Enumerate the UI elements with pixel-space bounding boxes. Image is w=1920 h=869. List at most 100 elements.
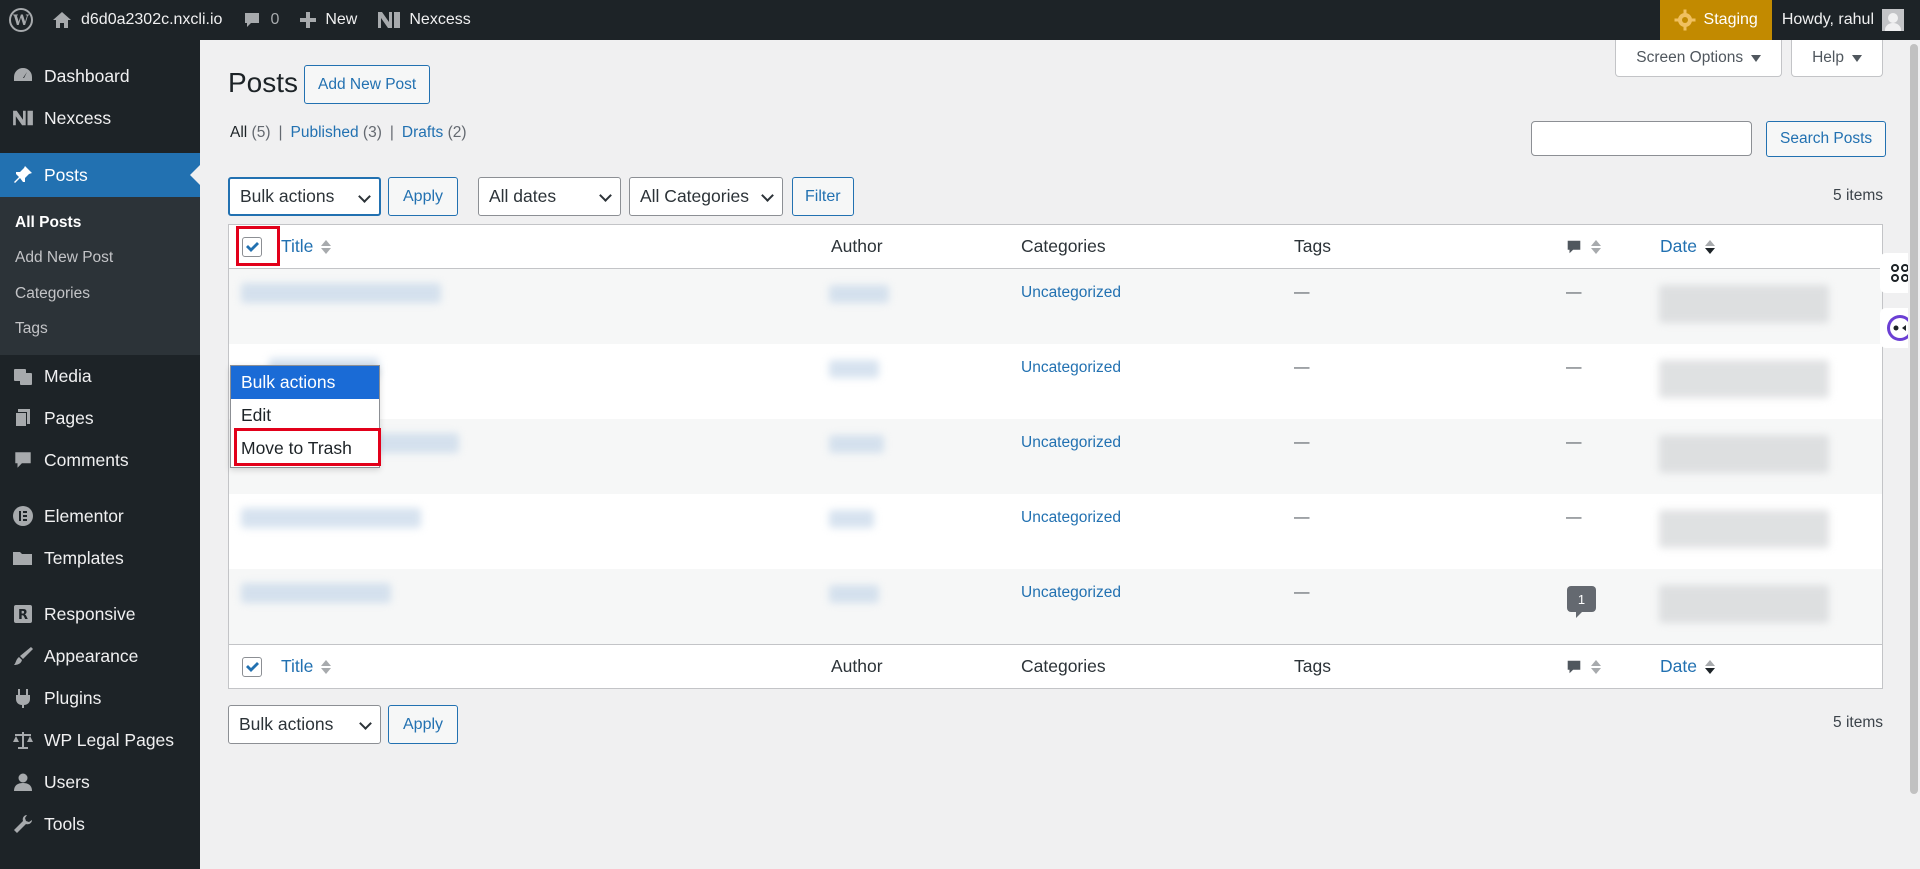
view-published[interactable]: Published <box>291 124 359 141</box>
column-author: Author <box>831 236 883 256</box>
submenu-add-new-post[interactable]: Add New Post <box>0 241 200 277</box>
column-date[interactable]: Date <box>1660 236 1715 257</box>
menu-item-nexcess[interactable]: Nexcess <box>0 97 200 139</box>
column-tags-footer: Tags <box>1294 656 1331 676</box>
tags-value: — <box>1294 584 1310 601</box>
category-link[interactable]: Uncategorized <box>1021 284 1121 302</box>
category-link[interactable]: Uncategorized <box>1021 359 1121 377</box>
redacted-author <box>829 360 879 378</box>
select-all-checkbox-footer[interactable] <box>242 657 262 677</box>
menu-item-users[interactable]: Users <box>0 761 200 803</box>
menu-item-plugins[interactable]: Plugins <box>0 677 200 719</box>
menu-item-tools[interactable]: Tools <box>0 803 200 845</box>
checkmark-icon <box>246 662 259 672</box>
bulk-actions-value: Bulk actions <box>239 714 334 734</box>
menu-label: Posts <box>44 164 88 185</box>
menu-label: Dashboard <box>44 65 130 86</box>
new-content-link[interactable]: New <box>289 0 367 40</box>
comments-value: — <box>1566 434 1582 451</box>
svg-text:R: R <box>18 608 28 623</box>
comments-link[interactable]: 0 <box>232 0 289 40</box>
admin-bar: W d6d0a2302c.nxcli.io 0 New Nexcess Stag… <box>0 0 1920 40</box>
category-link[interactable]: Uncategorized <box>1021 509 1121 527</box>
help-button[interactable]: Help <box>1791 40 1883 77</box>
table-row[interactable]: Uncategorized — — <box>229 269 1882 344</box>
table-row[interactable]: Uncategorized — — <box>229 494 1882 569</box>
submenu-categories[interactable]: Categories <box>0 276 200 312</box>
table-row[interactable]: Uncategorized — — <box>229 419 1882 494</box>
responsive-icon: R <box>12 603 34 625</box>
menu-label: Users <box>44 771 90 792</box>
menu-item-media[interactable]: Media <box>0 355 200 397</box>
category-link[interactable]: Uncategorized <box>1021 584 1121 602</box>
redacted-author <box>829 285 889 303</box>
menu-item-elementor[interactable]: Elementor <box>0 495 200 537</box>
redacted-title <box>241 508 421 528</box>
menu-item-comments[interactable]: Comments <box>0 439 200 481</box>
submenu-all-posts[interactable]: All Posts <box>0 205 200 241</box>
site-name-link[interactable]: d6d0a2302c.nxcli.io <box>42 0 232 40</box>
folder-icon <box>12 547 34 569</box>
menu-label: Responsive <box>44 603 136 624</box>
column-title[interactable]: Title <box>281 236 332 257</box>
menu-item-responsive[interactable]: R Responsive <box>0 593 200 635</box>
column-date-footer[interactable]: Date <box>1660 656 1715 677</box>
posts-submenu: All Posts Add New Post Categories Tags <box>0 197 200 355</box>
table-header: Title Author Categories Tags Date <box>229 225 1882 269</box>
screen-options-button[interactable]: Screen Options <box>1615 40 1783 77</box>
wrench-icon <box>12 813 34 835</box>
menu-item-appearance[interactable]: Appearance <box>0 635 200 677</box>
filter-button[interactable]: Filter <box>792 177 854 216</box>
menu-item-pages[interactable]: Pages <box>0 397 200 439</box>
categories-filter-select[interactable]: All Categories <box>629 177 783 216</box>
scrollbar-thumb[interactable] <box>1910 44 1918 794</box>
page-scrollbar[interactable] <box>1908 40 1920 869</box>
redacted-author <box>829 435 884 453</box>
main-content: Screen Options Help Posts Add New Post A… <box>200 40 1920 869</box>
nexcess-icon <box>378 12 401 28</box>
menu-label: Pages <box>44 407 94 428</box>
category-link[interactable]: Uncategorized <box>1021 434 1121 452</box>
view-drafts[interactable]: Drafts <box>402 124 443 141</box>
pin-icon <box>12 164 34 186</box>
table-row[interactable]: Uncategorized — 1 <box>229 569 1882 644</box>
sort-icon <box>1704 659 1715 674</box>
column-comments[interactable] <box>1565 238 1601 256</box>
chevron-down-icon <box>599 189 612 202</box>
menu-label: WP Legal Pages <box>44 729 175 750</box>
view-published-count: (3) <box>362 124 382 141</box>
apply-button-bottom[interactable]: Apply <box>388 705 459 744</box>
bulk-actions-value: Bulk actions <box>240 186 335 206</box>
dates-filter-select[interactable]: All dates <box>478 177 621 216</box>
search-posts-button[interactable]: Search Posts <box>1766 121 1887 157</box>
comment-count-badge[interactable]: 1 <box>1567 586 1596 618</box>
table-row[interactable]: Uncategorized — — <box>229 344 1882 419</box>
menu-item-dashboard[interactable]: Dashboard <box>0 55 200 97</box>
bulk-actions-select[interactable]: Bulk actions <box>228 177 381 216</box>
menu-item-wp-legal-pages[interactable]: WP Legal Pages <box>0 719 200 761</box>
menu-label: Elementor <box>44 505 124 526</box>
apply-button[interactable]: Apply <box>388 177 459 216</box>
my-account[interactable]: Howdy, rahul <box>1772 0 1920 40</box>
menu-item-posts[interactable]: Posts <box>0 153 200 197</box>
submenu-tags[interactable]: Tags <box>0 312 200 348</box>
add-new-post-button[interactable]: Add New Post <box>304 65 431 104</box>
sort-icon <box>321 659 332 674</box>
avatar <box>1882 9 1904 31</box>
chevron-down-icon <box>358 190 371 203</box>
staging-badge[interactable]: Staging <box>1659 0 1772 40</box>
column-comments-footer[interactable] <box>1565 658 1601 676</box>
nexcess-link[interactable]: Nexcess <box>367 0 480 40</box>
option-bulk-actions[interactable]: Bulk actions <box>231 366 379 399</box>
view-all[interactable]: All <box>230 124 247 141</box>
menu-item-templates[interactable]: Templates <box>0 537 200 579</box>
nexcess-icon <box>12 107 34 129</box>
wordpress-logo-icon[interactable]: W <box>0 0 42 40</box>
plugin-icon <box>12 687 34 709</box>
home-icon <box>53 12 71 28</box>
column-title-footer[interactable]: Title <box>281 656 332 677</box>
search-input[interactable] <box>1531 121 1752 156</box>
redacted-date <box>1659 360 1829 398</box>
categories-filter-value: All Categories <box>640 186 749 206</box>
bulk-actions-select-bottom[interactable]: Bulk actions <box>228 705 381 744</box>
